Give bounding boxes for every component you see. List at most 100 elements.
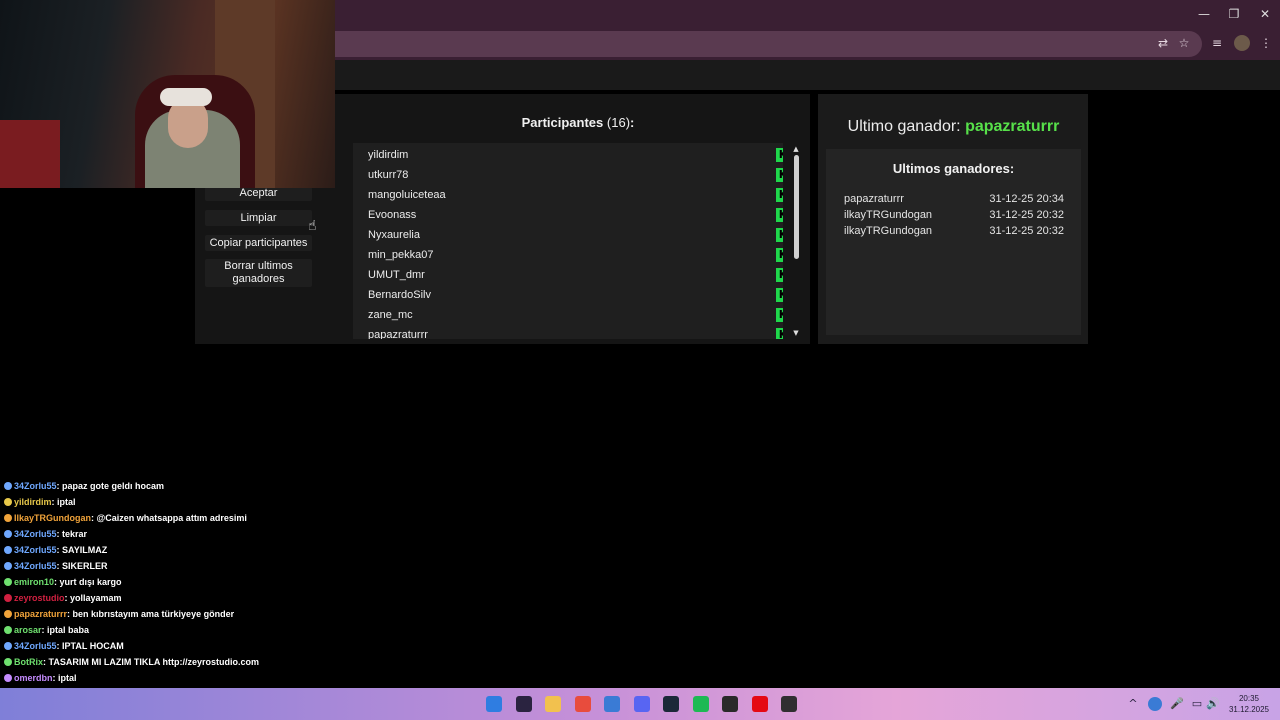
winner-row: ilkayTRGundogan 31-12-25 20:32 [844,207,1064,223]
last-winner-heading: Ultimo ganador: papazraturrr [826,118,1081,136]
winner-row-date: 31-12-25 20:34 [989,193,1064,205]
media-icon[interactable]: ≡ [1209,35,1225,51]
steam-icon[interactable] [663,696,679,712]
kick-logo-icon [776,168,783,182]
list-item[interactable]: papazraturrr [368,325,783,339]
windows-start-icon[interactable] [486,696,502,712]
participants-colon: : [630,115,635,130]
close-button[interactable]: ✕ [1256,5,1274,23]
epic-games-icon[interactable] [722,696,738,712]
list-item[interactable]: zane_mc [368,305,783,325]
edge-tray-icon[interactable] [1148,697,1162,711]
participant-name: BernardoSilv [368,289,431,301]
address-bar[interactable] [300,31,1202,57]
chat-username: arosar [14,625,42,635]
list-item[interactable]: min_pekka07 [368,245,783,265]
participant-name: UMUT_dmr [368,269,425,281]
kick-logo-icon [776,188,783,202]
chat-badge-icon [4,514,12,522]
minimize-button[interactable]: — [1195,5,1213,23]
participants-label: Participantes [521,115,604,130]
chat-message: yildirdim: iptal [4,494,76,510]
scroll-up-arrow-icon[interactable]: ▲ [792,145,800,153]
volume-icon[interactable]: 🔊 [1206,697,1220,711]
last-winners-box: Ultimos ganadores: papazraturrr 31-12-25 … [826,149,1081,335]
list-item[interactable]: UMUT_dmr [368,265,783,285]
kick-logo-icon [776,268,783,282]
mic-icon[interactable]: 🎤 [1170,697,1184,711]
kick-logo-icon [776,228,783,242]
list-item[interactable]: Evoonass [368,205,783,225]
chat-message: IlkayTRGundogan: @Caizen whatsappa attım… [4,510,247,526]
clock-time: 20:35 [1238,694,1260,703]
kick-logo-icon [776,208,783,222]
participant-name: utkurr78 [368,169,409,181]
chat-username: 34Zorlu55 [14,481,57,491]
chat-username: papazraturrr [14,609,68,619]
chat-badge-icon [4,642,12,650]
file-explorer-icon[interactable] [545,696,561,712]
chat-text: : tekrar [56,529,88,539]
edge-icon[interactable] [604,696,620,712]
list-item[interactable]: BernardoSilv [368,285,783,305]
menu-icon[interactable]: ⋮ [1258,35,1274,51]
discord-icon[interactable] [633,696,650,712]
chat-text: : iptal [52,673,77,683]
winner-row-date: 31-12-25 20:32 [989,225,1064,237]
profile-avatar[interactable] [1234,35,1250,51]
participants-count: (16) [606,115,631,130]
webcam-santa-hat [160,88,212,106]
last-winners-title: Ultimos ganadores: [892,161,1015,176]
chat-message: 34Zorlu55: SIKERLER [4,558,108,574]
list-item[interactable]: yildirdim [368,145,783,165]
tray-chevron-icon[interactable]: ^ [1126,697,1140,711]
chat-username: yildirdim [14,497,52,507]
chat-message: arosar: iptal baba [4,622,89,638]
winner-row-name: papazraturrr [844,193,904,205]
star-icon[interactable]: ☆ [1176,35,1192,51]
scroll-thumb[interactable] [794,155,799,259]
kick-logo-icon [776,288,783,302]
chat-text: : SAYILMAZ [56,545,108,555]
chat-message: BotRix: TASARIM MI LAZIM TIKLA http://ze… [4,654,259,670]
spotify-icon[interactable] [692,696,709,712]
chrome-icon[interactable] [574,696,591,712]
clear-button[interactable]: Limpiar [205,210,312,226]
list-item[interactable]: utkurr78 [368,165,783,185]
chat-text: : iptal baba [41,625,90,635]
chat-username: 34Zorlu55 [14,529,57,539]
taskbar-clock[interactable]: 20:35 31.12.2025 [1222,693,1276,715]
delete-winners-button[interactable]: Borrar ultimos ganadores [205,259,312,287]
chat-badge-icon [4,626,12,634]
participants-scrollbar[interactable]: ▲ ▼ [789,143,803,339]
scroll-down-arrow-icon[interactable]: ▼ [792,329,800,337]
chat-badge-icon [4,674,12,682]
chat-badge-icon [4,610,12,618]
obs-icon[interactable] [781,696,797,712]
kick-logo-icon [776,308,783,322]
chat-message: 34Zorlu55: papaz gote geldı hocam [4,478,164,494]
translate-icon[interactable]: ⇄ [1155,35,1171,51]
list-item[interactable]: mangoluiceteaa [368,185,783,205]
chat-badge-icon [4,530,12,538]
participant-name: yildirdim [368,149,409,161]
copy-participants-button[interactable]: Copiar participantes [205,235,312,251]
participants-list[interactable]: yildirdim utkurr78 mangoluiceteaa Evoona… [353,143,783,339]
chat-username: omerdbn [14,673,53,683]
chat-username: IlkayTRGundogan [14,513,92,523]
restore-button[interactable]: ❐ [1225,5,1243,23]
winner-row: ilkayTRGundogan 31-12-25 20:32 [844,223,1064,239]
participant-name: Nyxaurelia [368,229,420,241]
accept-button[interactable]: Aceptar [205,187,312,201]
chat-message: emiron10: yurt dışı kargo [4,574,122,590]
display-icon[interactable]: ▭ [1190,697,1204,711]
search-icon[interactable] [515,696,532,712]
chat-text: : TASARIM MI LAZIM TIKLA http://zeyrostu… [43,657,259,667]
netflix-icon[interactable] [751,696,768,712]
last-winner-label: Ultimo ganador: [847,118,961,135]
list-item[interactable]: Nyxaurelia [368,225,783,245]
last-winner-name: papazraturrr [965,118,1060,135]
chat-badge-icon [4,562,12,570]
chat-overlay: 34Zorlu55: papaz gote geldı hocam yildird… [0,478,335,699]
kick-logo-icon [776,328,783,339]
